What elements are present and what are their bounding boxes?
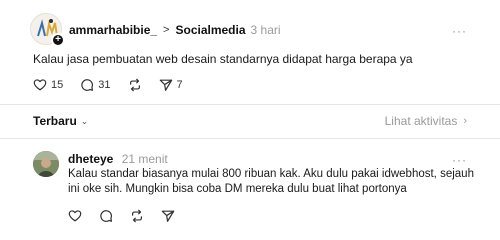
post-actions: 15 31 7 (33, 78, 200, 92)
post-time: 3 hari (250, 23, 281, 37)
chevron-down-icon: ⌄ (80, 115, 89, 126)
plus-icon[interactable]: + (51, 33, 65, 47)
avatar-photo (33, 151, 59, 177)
post-username[interactable]: ammarhabibie_ (69, 23, 157, 37)
comment-text: Kalau standar biasanya mulai 800 ribuan … (68, 168, 474, 195)
comment-button[interactable] (99, 209, 113, 223)
like-button[interactable]: 15 (33, 78, 63, 92)
post-text: Kalau jasa pembuatan web desain standarn… (33, 52, 413, 66)
share-button[interactable]: 7 (159, 78, 183, 92)
post: + ammarhabibie_ > Socialmedia 3 hari ···… (0, 0, 500, 104)
comment-button[interactable]: 31 (80, 78, 111, 92)
share-count: 7 (176, 79, 183, 91)
chevron-right-icon: > (163, 24, 170, 36)
chevron-right-icon: › (463, 115, 467, 127)
send-icon (159, 79, 172, 91)
divider (0, 138, 500, 139)
heart-icon (33, 79, 47, 91)
comment-icon (100, 210, 113, 222)
like-button[interactable] (68, 209, 82, 223)
comment-icon (81, 79, 94, 91)
comment-count: 31 (98, 79, 111, 91)
like-count: 15 (51, 79, 64, 91)
repost-icon (132, 209, 142, 223)
send-icon (161, 210, 175, 222)
sort-dropdown[interactable]: Terbaru ⌄ (33, 114, 88, 128)
post-avatar[interactable]: + (30, 13, 65, 47)
view-activity-link[interactable]: Lihat aktivitas › (385, 114, 467, 128)
sort-bar: Terbaru ⌄ Lihat aktivitas › (0, 105, 500, 138)
repost-icon (129, 78, 140, 92)
community-name[interactable]: Socialmedia (175, 23, 245, 37)
more-options-icon[interactable]: ··· (452, 24, 467, 38)
comment-username[interactable]: dheteye (68, 152, 113, 166)
comment-time: 21 menit (121, 152, 168, 166)
repost-button[interactable] (128, 78, 142, 92)
more-options-icon[interactable]: ··· (452, 153, 467, 167)
share-button[interactable] (161, 209, 175, 223)
view-activity-label: Lihat aktivitas (384, 114, 458, 128)
comment-avatar[interactable] (33, 151, 59, 177)
comment-header: dheteye 21 menit (68, 152, 168, 166)
comment-actions (68, 209, 192, 223)
sort-label: Terbaru (33, 114, 77, 128)
repost-button[interactable] (130, 209, 144, 223)
post-header: ammarhabibie_ > Socialmedia 3 hari (69, 22, 281, 38)
heart-icon (68, 210, 82, 222)
